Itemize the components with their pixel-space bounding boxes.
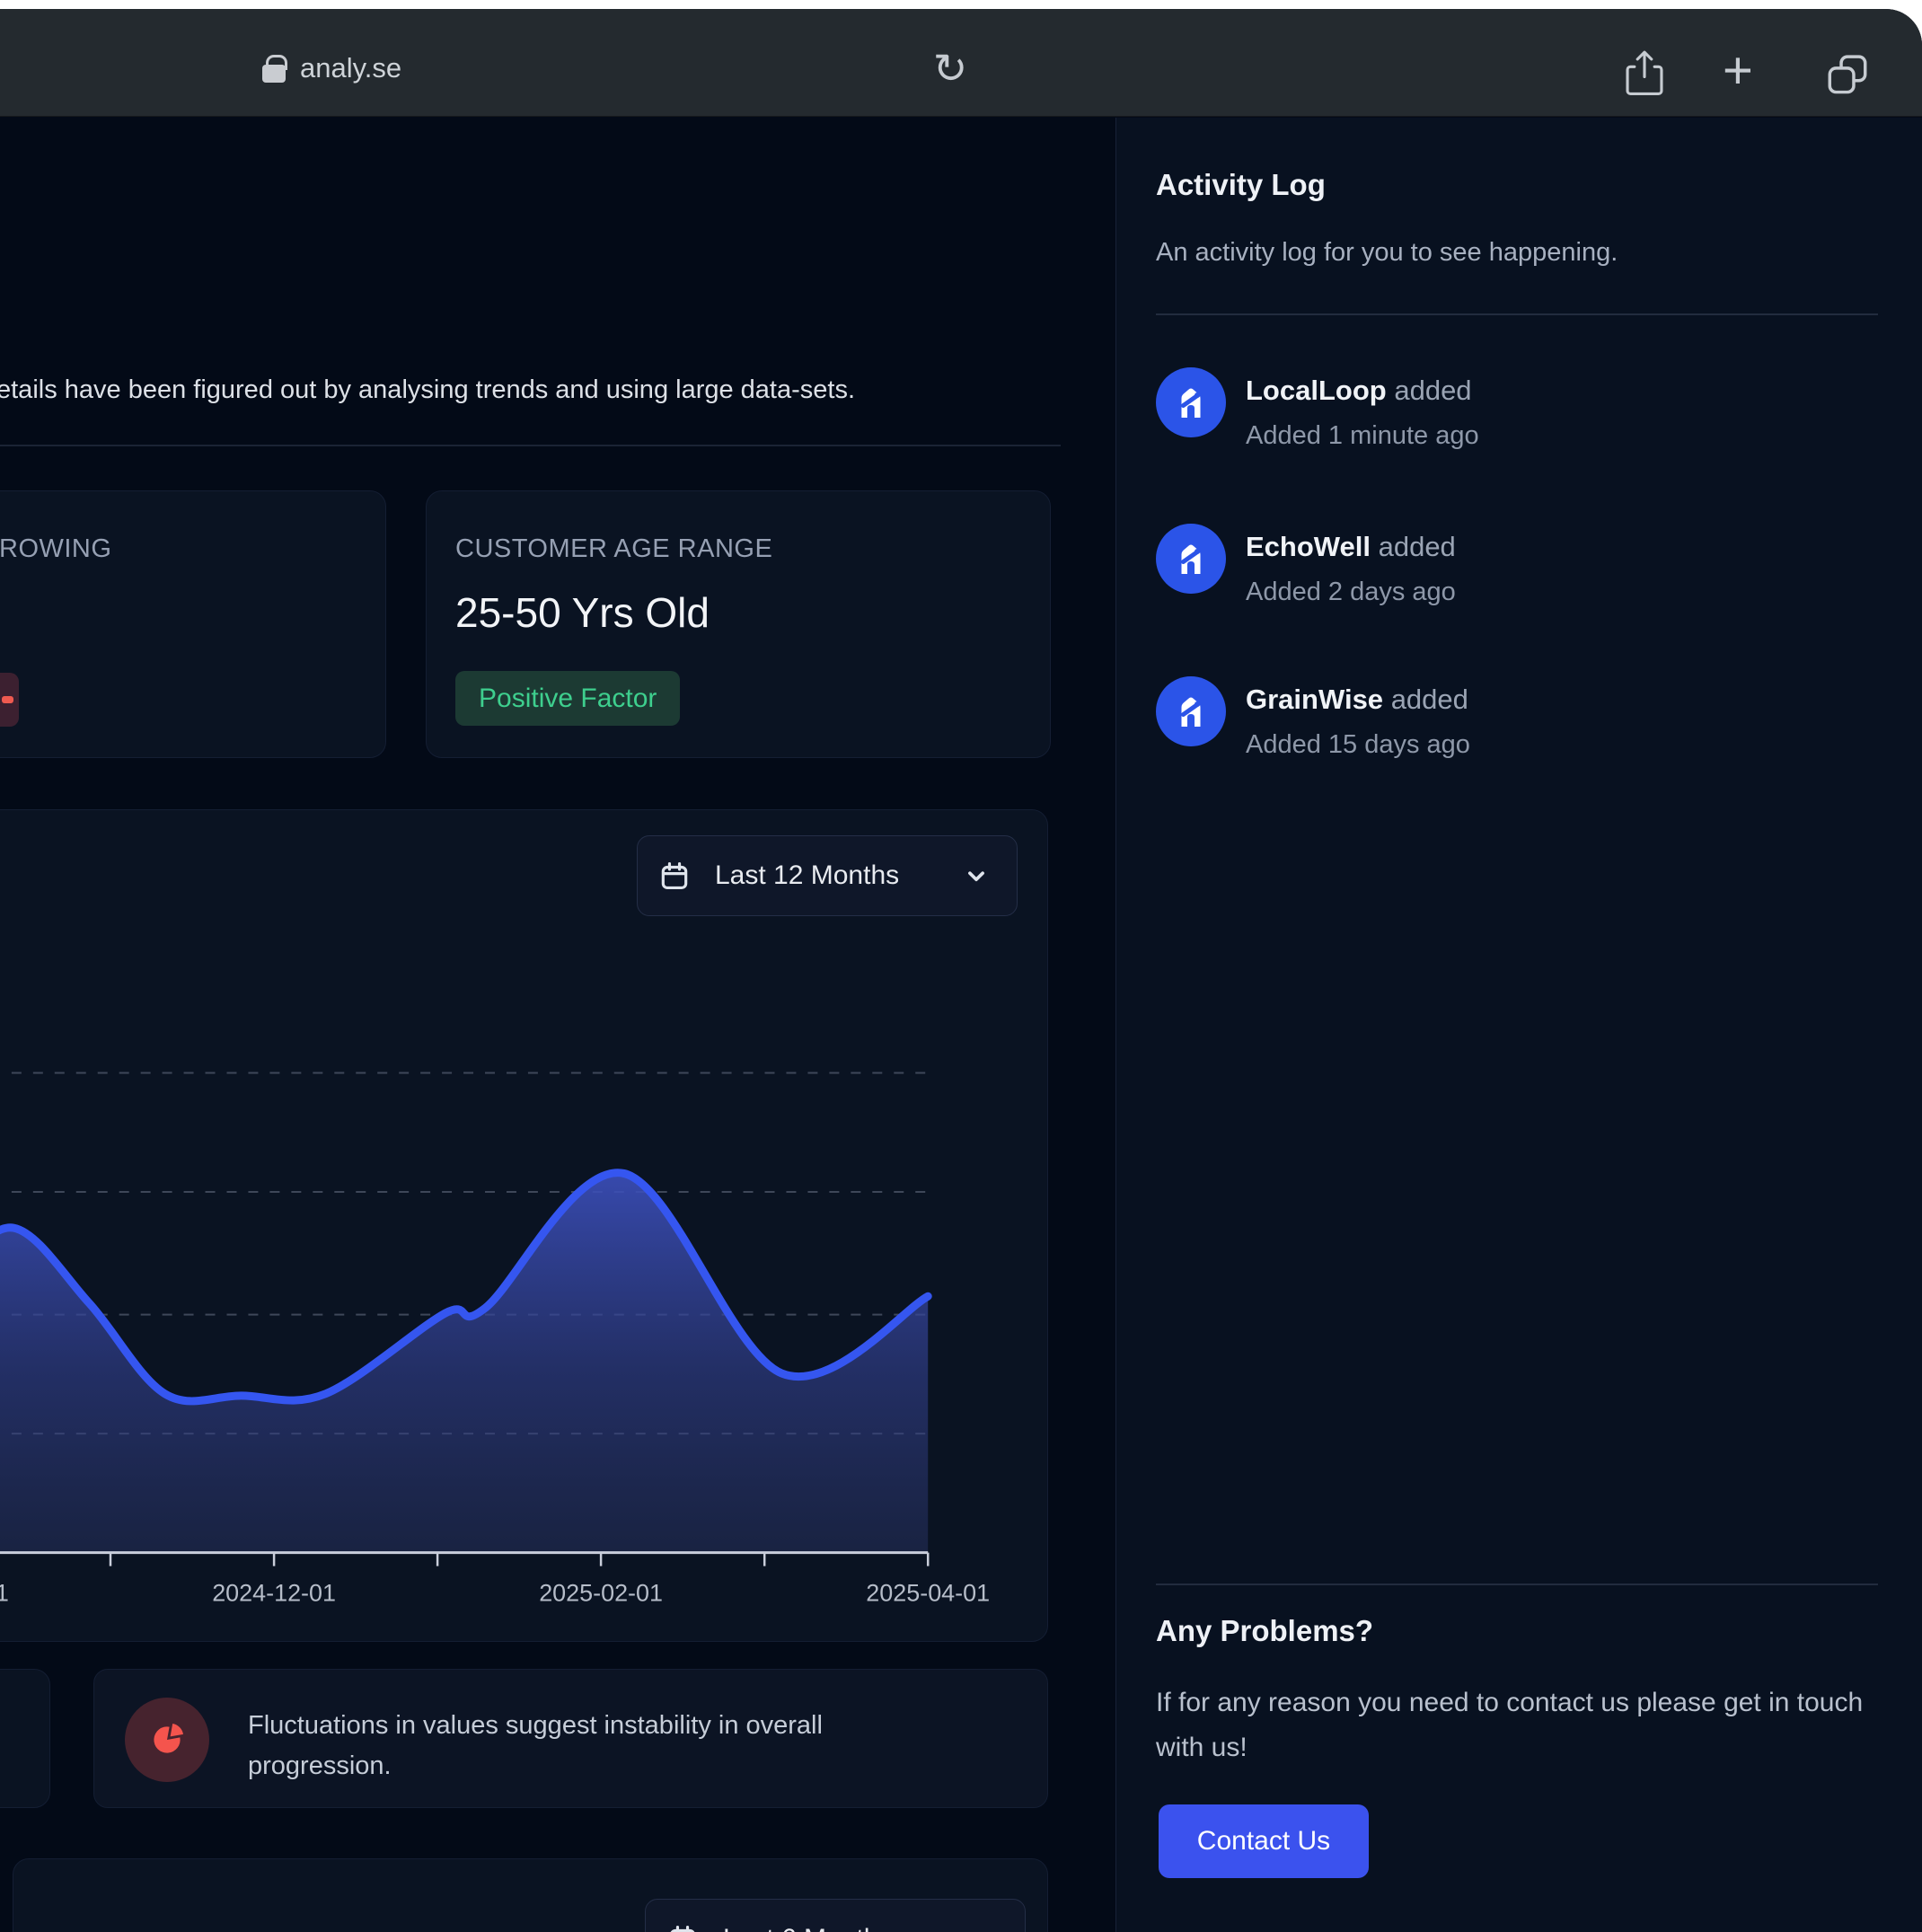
sidebar-divider: [1156, 1584, 1878, 1585]
entry-title: LocalLoop added: [1246, 375, 1479, 407]
activity-entry: LocalLoop added Added 1 minute ago: [1156, 367, 1479, 451]
svg-text:2025-02-01: 2025-02-01: [539, 1580, 663, 1607]
problems-title: Any Problems?: [1156, 1614, 1373, 1648]
entry-time: Added 2 days ago: [1246, 578, 1456, 607]
secondary-chart-card: Last 6 Months: [13, 1858, 1048, 1932]
activity-entry: EchoWell added Added 2 days ago: [1156, 524, 1456, 607]
company-logo-icon: [1169, 690, 1212, 733]
svg-text:2024-12-01: 2024-12-01: [212, 1580, 336, 1607]
calendar-icon: [666, 1922, 700, 1932]
svg-text:2024-10-01: 2024-10-01: [0, 1580, 9, 1607]
tabs-icon: [1821, 50, 1874, 101]
stat-value: 25-50 Yrs Old: [455, 588, 710, 637]
stat-card-age-range: CUSTOMER AGE RANGE 25-50 Yrs Old Positiv…: [426, 490, 1051, 758]
sidebar-divider: [1156, 313, 1878, 315]
sidebar-title: Activity Log: [1156, 168, 1326, 202]
stat-title: ROWING: [0, 534, 111, 564]
insight-card: Fluctuations in values suggest instabili…: [93, 1669, 1048, 1808]
negative-mark-icon: [2, 696, 13, 703]
company-avatar: [1156, 367, 1226, 437]
positive-factor-badge: Positive Factor: [455, 671, 680, 726]
company-logo-icon: [1169, 381, 1212, 424]
activity-sidebar: Activity Log An activity log for you to …: [1115, 118, 1922, 1932]
entry-time: Added 1 minute ago: [1246, 421, 1479, 451]
chevron-down-icon: [961, 860, 992, 891]
stat-card-growing: ROWING: [0, 490, 386, 758]
tabs-button[interactable]: [1821, 50, 1874, 101]
contact-us-button[interactable]: Contact Us: [1159, 1804, 1369, 1878]
sidebar-subtitle: An activity log for you to see happening…: [1156, 238, 1618, 268]
stat-title: CUSTOMER AGE RANGE: [455, 534, 772, 564]
range-label: Last 12 Months: [715, 860, 899, 891]
partial-card: [0, 1669, 50, 1808]
share-icon: [1620, 47, 1669, 99]
chevron-down-icon: [969, 1924, 1000, 1932]
url-text: analy.se: [300, 52, 401, 84]
reload-button[interactable]: ↻: [921, 41, 979, 99]
range-selector-12-months[interactable]: Last 12 Months: [637, 835, 1018, 916]
problems-text: If for any reason you need to contact us…: [1156, 1681, 1888, 1770]
insight-text: Fluctuations in values suggest instabili…: [248, 1706, 957, 1786]
browser-window: analy.se ↻ + etails have been figured ou…: [0, 9, 1922, 1932]
section-divider: [0, 445, 1061, 446]
negative-factor-badge: [0, 673, 19, 727]
pie-glyph: [143, 1716, 191, 1764]
svg-text:2025-04-01: 2025-04-01: [866, 1580, 990, 1607]
entry-title: EchoWell added: [1246, 531, 1456, 563]
entry-title: GrainWise added: [1246, 684, 1470, 716]
new-tab-button[interactable]: +: [1723, 50, 1753, 92]
area-chart: 2024-10-01 2024-12-01 2025-02-01 2025-04-01: [0, 810, 1047, 1641]
pie-chart-icon: [125, 1698, 209, 1782]
lock-icon: [262, 65, 286, 83]
address-bar[interactable]: analy.se: [262, 41, 401, 95]
range-selector-6-months[interactable]: Last 6 Months: [645, 1899, 1026, 1932]
share-button[interactable]: [1620, 47, 1669, 99]
company-avatar: [1156, 524, 1226, 594]
main-panel: etails have been figured out by analysin…: [0, 118, 1115, 1932]
browser-toolbar: analy.se ↻ +: [0, 9, 1922, 117]
calendar-icon: [657, 859, 692, 893]
entry-time: Added 15 days ago: [1246, 730, 1470, 760]
trend-chart-card: 2024-10-01 2024-12-01 2025-02-01 2025-04-01…: [0, 809, 1048, 1642]
range-label: Last 6 Months: [723, 1924, 892, 1932]
company-avatar: [1156, 676, 1226, 746]
company-logo-icon: [1169, 537, 1212, 580]
activity-entry: GrainWise added Added 15 days ago: [1156, 676, 1470, 760]
intro-text: etails have been figured out by analysin…: [0, 375, 855, 405]
